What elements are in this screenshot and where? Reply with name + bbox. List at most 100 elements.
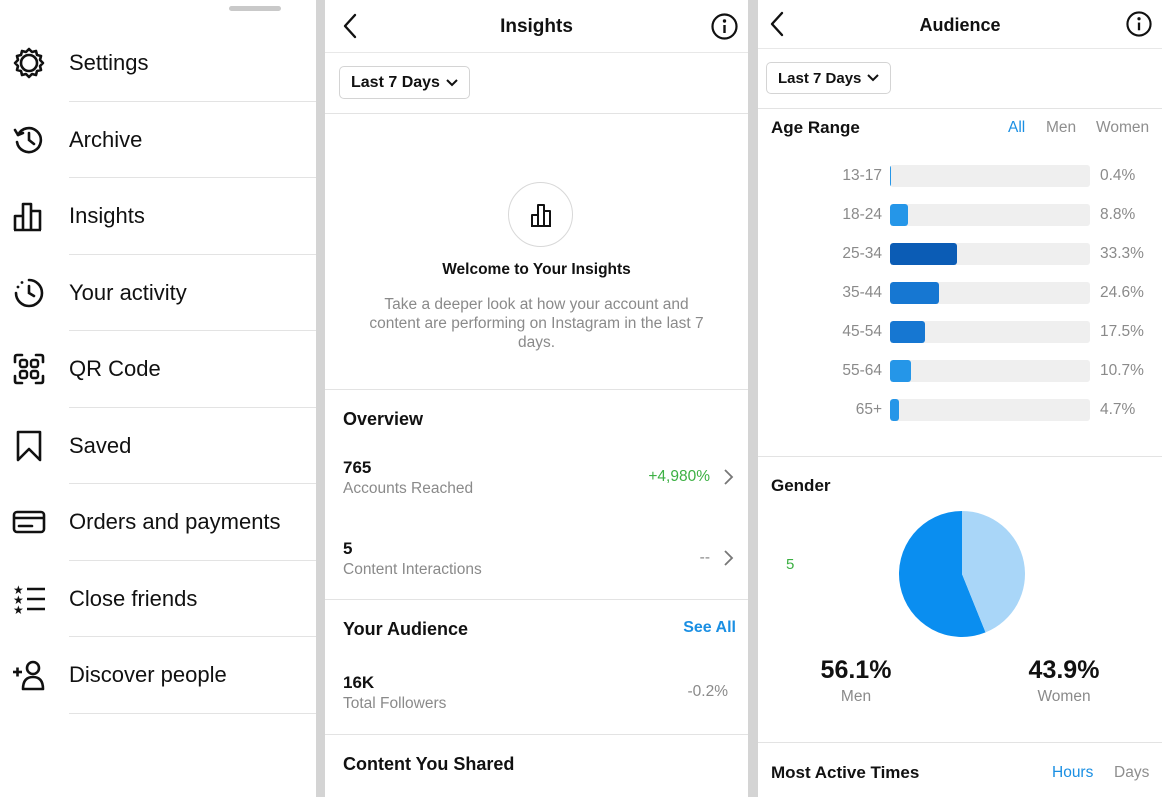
women-label: Women <box>1037 688 1091 705</box>
tab-hours[interactable]: Hours <box>1052 764 1114 782</box>
svg-text:★: ★ <box>13 603 24 616</box>
menu-item-label: Discover people <box>69 662 227 688</box>
chevron-right-icon <box>724 550 734 566</box>
insights-icon <box>530 203 551 227</box>
gear-icon <box>12 46 46 80</box>
age-range-title: Age Range <box>771 118 860 137</box>
age-row: 35-44 24.6% <box>758 282 1162 304</box>
age-bar-track <box>890 282 1090 304</box>
add-person-icon <box>12 658 46 692</box>
bookmark-icon <box>12 429 46 463</box>
age-label: 25-34 <box>842 245 882 262</box>
insights-screen: Insights Last 7 Days Welcome to Your Ins… <box>325 0 748 797</box>
menu-item-label: Orders and payments <box>69 509 281 535</box>
welcome-title: Welcome to Your Insights <box>442 261 631 278</box>
age-percent: 10.7% <box>1100 362 1144 379</box>
profile-menu-sheet: Settings Archive Insights Your activity <box>0 0 316 797</box>
age-bar <box>890 204 908 226</box>
divider <box>758 108 1162 109</box>
age-label: 65+ <box>855 401 882 418</box>
menu-item-qr-code[interactable]: QR Code <box>0 331 316 408</box>
menu-item-orders-and-payments[interactable]: Orders and payments <box>0 484 316 561</box>
menu-item-settings[interactable]: Settings <box>0 25 316 102</box>
info-icon[interactable] <box>711 13 738 40</box>
age-bar-track <box>890 399 1090 421</box>
archive-icon <box>12 123 46 157</box>
age-bar-track <box>890 165 1090 187</box>
followers-value: 16K <box>343 673 375 692</box>
audience-screen: Audience Last 7 Days Age Range All Men W… <box>758 0 1162 797</box>
chevron-right-icon <box>724 469 734 485</box>
menu-item-label: Settings <box>69 50 149 76</box>
insights-icon <box>12 199 46 233</box>
content-interactions-label: Content Interactions <box>343 561 482 578</box>
menu-item-insights[interactable]: Insights <box>0 178 316 255</box>
content-you-shared-title: Content You Shared <box>343 754 515 774</box>
age-percent: 33.3% <box>1100 245 1144 262</box>
divider <box>758 742 1162 743</box>
age-bar <box>890 243 957 265</box>
menu-item-saved[interactable]: Saved <box>0 408 316 484</box>
menu-item-your-activity[interactable]: Your activity <box>0 255 316 331</box>
age-row: 45-54 17.5% <box>758 321 1162 343</box>
gender-title: Gender <box>771 476 831 495</box>
age-percent: 8.8% <box>1100 206 1136 223</box>
activity-icon <box>12 276 46 310</box>
menu-item-label: Saved <box>69 432 132 458</box>
followers-label: Total Followers <box>343 695 447 712</box>
content-interactions-row[interactable]: 5 Content Interactions -- <box>343 539 736 589</box>
tab-men[interactable]: Men <box>1046 119 1096 137</box>
divider <box>325 113 748 114</box>
content-interactions-change: -- <box>699 549 710 566</box>
men-label: Men <box>840 688 872 705</box>
age-bar-track <box>890 243 1090 265</box>
menu-item-discover-people[interactable]: Discover people <box>0 637 316 714</box>
drag-handle[interactable] <box>229 6 281 11</box>
audience-header: Audience <box>758 0 1162 49</box>
qr-code-icon <box>12 352 46 386</box>
menu-item-label: QR Code <box>69 356 161 382</box>
age-bar <box>890 165 891 187</box>
tab-women[interactable]: Women <box>1096 119 1149 137</box>
date-range-dropdown[interactable]: Last 7 Days <box>766 62 892 94</box>
age-row: 25-34 33.3% <box>758 243 1162 265</box>
info-icon[interactable] <box>1126 11 1152 37</box>
your-audience-title: Your Audience <box>343 619 469 639</box>
insights-badge <box>508 182 573 247</box>
divider <box>325 389 748 390</box>
age-row: 18-24 8.8% <box>758 204 1162 226</box>
see-all-link[interactable]: See All <box>683 619 736 637</box>
active-times-tabs: Hours Days <box>1052 764 1149 782</box>
date-range-dropdown[interactable]: Last 7 Days <box>339 66 470 99</box>
tab-days[interactable]: Days <box>1114 764 1149 782</box>
chevron-down-icon <box>867 74 880 82</box>
age-bar <box>890 321 925 343</box>
accounts-reached-row[interactable]: 765 Accounts Reached +4,980% <box>343 458 736 508</box>
men-percent: 56.1% <box>820 656 892 684</box>
age-label: 45-54 <box>842 323 882 340</box>
menu-list: Settings Archive Insights Your activity <box>0 25 316 714</box>
accounts-reached-value: 765 <box>343 458 372 477</box>
tab-all[interactable]: All <box>1008 119 1046 137</box>
content-interactions-value: 5 <box>343 539 353 558</box>
overview-title: Overview <box>343 409 424 429</box>
age-percent: 4.7% <box>1100 401 1136 418</box>
age-bar-track <box>890 360 1090 382</box>
total-followers-row[interactable]: 16K Total Followers -0.2% <box>343 673 736 723</box>
menu-item-archive[interactable]: Archive <box>0 102 316 178</box>
card-icon <box>12 505 46 539</box>
followers-change: -0.2% <box>687 683 729 700</box>
insights-header: Insights <box>325 0 748 53</box>
age-row: 65+ 4.7% <box>758 399 1162 421</box>
age-row: 55-64 10.7% <box>758 360 1162 382</box>
age-row: 13-17 0.4% <box>758 165 1162 187</box>
menu-item-close-friends[interactable]: ★ ★ ★ Close friends <box>0 561 316 637</box>
age-label: 13-17 <box>842 167 882 184</box>
age-bar <box>890 399 900 421</box>
accounts-reached-label: Accounts Reached <box>343 480 474 497</box>
age-label: 35-44 <box>842 284 882 301</box>
chevron-down-icon <box>446 78 458 86</box>
gender-pie-chart <box>899 511 1025 637</box>
menu-item-label: Insights <box>69 203 145 229</box>
close-friends-icon: ★ ★ ★ <box>12 582 46 616</box>
